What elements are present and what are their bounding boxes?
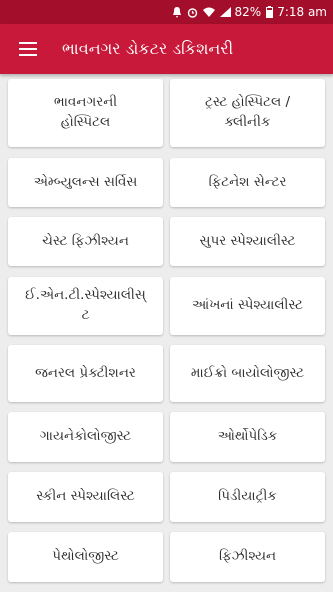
- page-title: ભાવનગર ડોકટર ડકિશનરી: [62, 39, 234, 58]
- category-card[interactable]: માઈક્રો બાયોલોજીસ્ટ: [170, 345, 325, 402]
- notification-icon: [172, 6, 182, 18]
- hamburger-menu-icon[interactable]: [0, 24, 56, 74]
- category-label: આંખનાં સ્પેશ્યાલીસ્ટ: [192, 297, 303, 314]
- category-label: જનરલ પ્રેક્ટીશનર: [35, 364, 136, 381]
- alarm-icon: [187, 7, 198, 18]
- category-label: ચેસ્ટ ફિઝીશ્યન: [42, 232, 129, 249]
- category-card[interactable]: પેથોલોજીસ્ટ: [8, 532, 163, 582]
- category-card[interactable]: પિડીયાટ્રીક: [170, 472, 325, 522]
- category-label: સુપર સ્પેશ્યાલીસ્ટ: [199, 232, 296, 249]
- category-card[interactable]: ફિઝીશ્યન: [170, 532, 325, 582]
- category-label: પેથોલોજીસ્ટ: [52, 548, 119, 565]
- category-label: ગાયનેકોલોજીસ્ટ: [39, 428, 132, 445]
- category-grid: ભાવનગરની હોસ્પિટલ ટ્રસ્ટ હોસ્પિટલ / ક્લીન…: [0, 74, 333, 592]
- battery-icon: [266, 6, 274, 18]
- category-label: ઓર્થોપેડિક: [217, 428, 278, 445]
- category-card[interactable]: જનરલ પ્રેક્ટીશનર: [8, 345, 163, 402]
- status-bar: 82% 7:18 am: [0, 0, 333, 24]
- category-card[interactable]: ભાવનગરની હોસ્પિટલ: [8, 79, 163, 147]
- category-label: એમ્બ્યુલન્સ સર્વિસ: [33, 173, 138, 190]
- signal-icon: [219, 7, 231, 17]
- app-bar: ભાવનગર ડોકટર ડકિશનરી: [0, 24, 333, 74]
- category-label: ટ્રસ્ટ હોસ્પિટલ / ક્લીનીક: [204, 94, 291, 130]
- category-card[interactable]: ઓર્થોપેડિક: [170, 412, 325, 462]
- category-card[interactable]: સુપર સ્પેશ્યાલીસ્ટ: [170, 217, 325, 266]
- category-label: પિડીયાટ્રીક: [218, 488, 277, 505]
- category-label: ફિટનેશ સેન્ટર: [208, 173, 287, 190]
- category-label: ફિઝીશ્યન: [218, 548, 277, 565]
- category-card[interactable]: ચેસ્ટ ફિઝીશ્યન: [8, 217, 163, 266]
- category-card[interactable]: એમ્બ્યુલન્સ સર્વિસ: [8, 158, 163, 207]
- wifi-icon: [202, 7, 215, 17]
- category-card[interactable]: ગાયનેકોલોજીસ્ટ: [8, 412, 163, 462]
- category-card[interactable]: ફિટનેશ સેન્ટર: [170, 158, 325, 207]
- category-card[interactable]: આંખનાં સ્પેશ્યાલીસ્ટ: [170, 277, 325, 335]
- category-label: માઈક્રો બાયોલોજીસ્ટ: [190, 364, 305, 381]
- category-card[interactable]: ઈ.એન.ટી.સ્પેશ્યાલીસ્ ટ: [8, 277, 163, 335]
- category-label: ઈ.એન.ટી.સ્પેશ્યાલીસ્ ટ: [25, 287, 146, 323]
- category-label: ભાવનગરની હોસ્પિટલ: [53, 94, 118, 130]
- category-card[interactable]: સ્કીન સ્પેશ્યાલિસ્ટ: [8, 472, 163, 522]
- category-label: સ્કીન સ્પેશ્યાલિસ્ટ: [36, 488, 135, 505]
- category-card[interactable]: ટ્રસ્ટ હોસ્પિટલ / ક્લીનીક: [170, 79, 325, 147]
- battery-percent: 82%: [234, 5, 262, 19]
- clock: 7:18 am: [277, 5, 327, 19]
